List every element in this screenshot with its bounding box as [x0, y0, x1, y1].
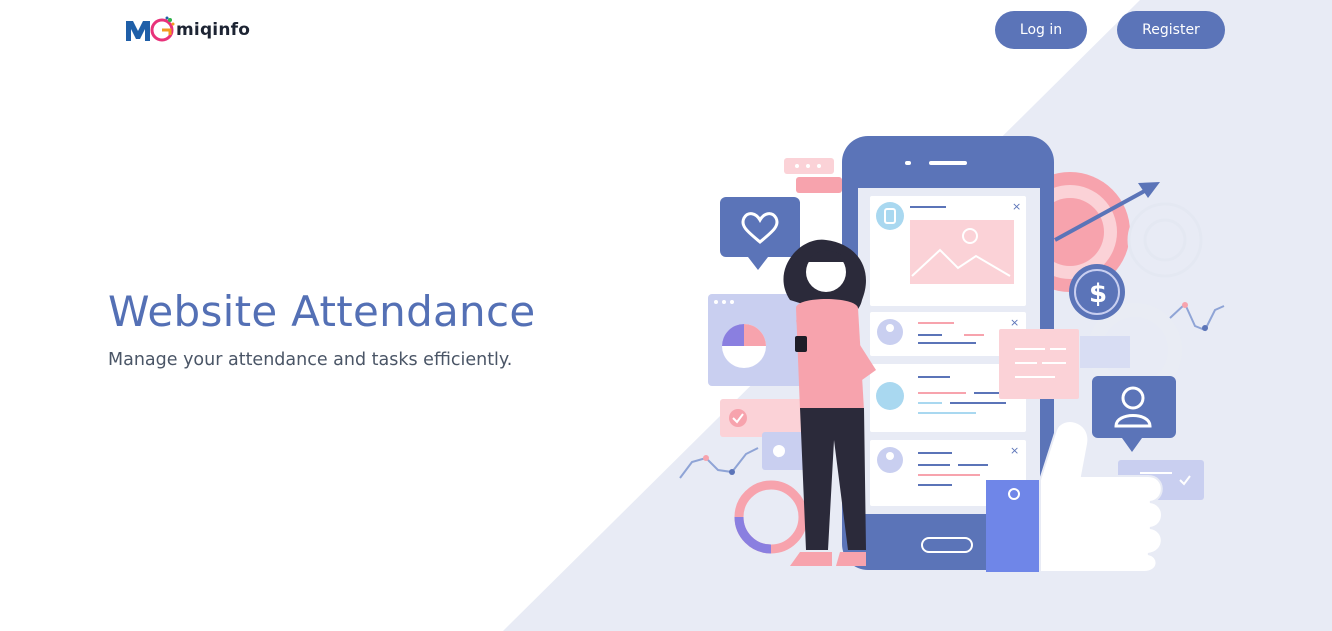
brand-logo[interactable]: miqinfo — [125, 15, 250, 45]
register-button[interactable]: Register — [1117, 11, 1225, 49]
svg-text:×: × — [1010, 444, 1019, 457]
check-icon — [729, 409, 747, 427]
dollar-icon: $ — [1069, 264, 1125, 320]
logo-text: miqinfo — [176, 20, 251, 40]
svg-text:×: × — [1010, 316, 1019, 329]
heart-icon — [720, 197, 800, 270]
svg-text:$: $ — [1089, 279, 1107, 309]
page-title: Website Attendance — [108, 287, 536, 336]
logo-mark-icon — [126, 16, 175, 42]
hero-section: Website Attendance Manage your attendanc… — [108, 284, 536, 370]
page-subtitle: Manage your attendance and tasks efficie… — [108, 350, 513, 370]
login-button[interactable]: Log in — [995, 11, 1087, 49]
hero-illustration: × × × $ — [679, 136, 1225, 573]
top-navbar: miqinfo Log in Register — [0, 0, 1332, 62]
user-icon — [1092, 376, 1176, 452]
svg-text:×: × — [1012, 200, 1021, 213]
